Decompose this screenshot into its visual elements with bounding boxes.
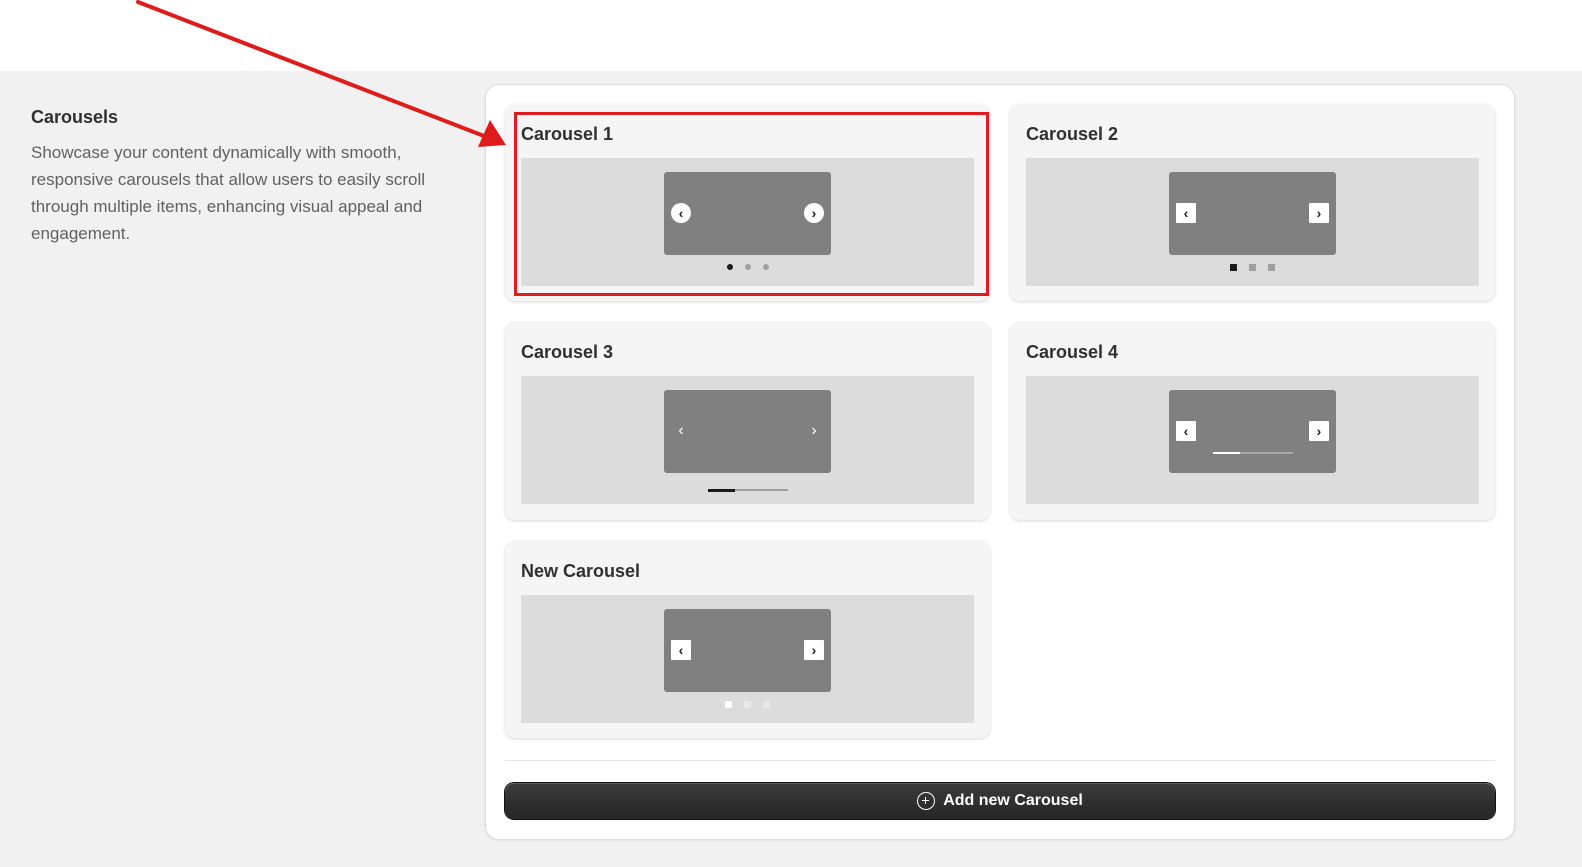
plus-circle-icon — [917, 792, 936, 810]
divider — [505, 760, 1495, 761]
carousel-preview: ‹ › — [521, 595, 974, 723]
carousel-preview: ‹ › — [521, 158, 974, 286]
pagination-dot — [744, 700, 751, 708]
pagination-dot — [762, 264, 769, 270]
top-bar — [0, 0, 1582, 71]
section-description: Showcase your content dynamically with s… — [31, 143, 426, 243]
pagination-dot — [725, 700, 732, 708]
chevron-right-icon: › — [811, 422, 817, 439]
pagination-dot — [1249, 263, 1256, 271]
carousel-card-title: Carousel 2 — [1026, 124, 1119, 144]
chevron-left-icon: ‹ — [671, 203, 691, 223]
progress-scrollbar — [1213, 452, 1293, 454]
section-intro: Carousels Showcase your content dynamica… — [31, 104, 451, 247]
pagination-dot — [763, 700, 770, 708]
carousel-preview: ‹ › — [521, 376, 974, 504]
chevron-left-icon: ‹ — [1176, 421, 1196, 441]
carousel-card-new[interactable]: New Carousel ‹ › — [505, 541, 990, 738]
carousel-slide: ‹ › — [664, 609, 831, 692]
progress-scrollbar — [708, 488, 788, 492]
scrollbar-thumb — [708, 488, 735, 492]
carousel-slide: ‹ › — [664, 390, 831, 473]
pagination-dot — [1268, 263, 1275, 271]
pagination-squares — [1026, 263, 1479, 271]
carousel-card-3[interactable]: Carousel 3 ‹ › — [505, 322, 990, 520]
carousel-slide: ‹ › — [664, 172, 831, 255]
carousel-card-title: New Carousel — [521, 561, 641, 581]
carousel-card-title: Carousel 4 — [1026, 342, 1119, 362]
chevron-right-icon: › — [804, 203, 824, 223]
add-new-carousel-label: Add new Carousel — [943, 792, 1083, 809]
chevron-left-icon: ‹ — [1176, 203, 1196, 223]
carousel-preview: ‹ › — [1026, 158, 1479, 286]
chevron-right-icon: › — [804, 640, 824, 660]
carousel-card-title: Carousel 3 — [521, 342, 614, 362]
pagination-dot — [726, 264, 733, 270]
chevron-left-icon: ‹ — [671, 640, 691, 660]
carousel-card-2[interactable]: Carousel 2 ‹ › — [1010, 104, 1495, 301]
carousel-slide: ‹ › — [1169, 172, 1336, 255]
pagination-dots — [521, 264, 974, 270]
pagination-squares — [521, 700, 974, 708]
carousel-slide: ‹ › — [1169, 390, 1336, 473]
carousel-settings-panel: Carousel 1 ‹ › Carousel 2 ‹ › Carousel 3… — [485, 84, 1515, 840]
section-title: Carousels — [31, 107, 119, 127]
pagination-dot — [1230, 263, 1237, 271]
pagination-dot — [744, 264, 751, 270]
carousel-card-1[interactable]: Carousel 1 ‹ › — [505, 104, 990, 301]
chevron-left-icon: ‹ — [678, 422, 684, 439]
scrollbar-thumb — [1213, 452, 1240, 454]
carousel-card-4[interactable]: Carousel 4 ‹ › — [1010, 322, 1495, 520]
add-new-carousel-button[interactable]: Add new Carousel — [505, 783, 1495, 819]
carousel-preview: ‹ › — [1026, 376, 1479, 504]
carousel-card-title: Carousel 1 — [521, 124, 614, 144]
chevron-right-icon: › — [1309, 421, 1329, 441]
chevron-right-icon: › — [1309, 203, 1329, 223]
